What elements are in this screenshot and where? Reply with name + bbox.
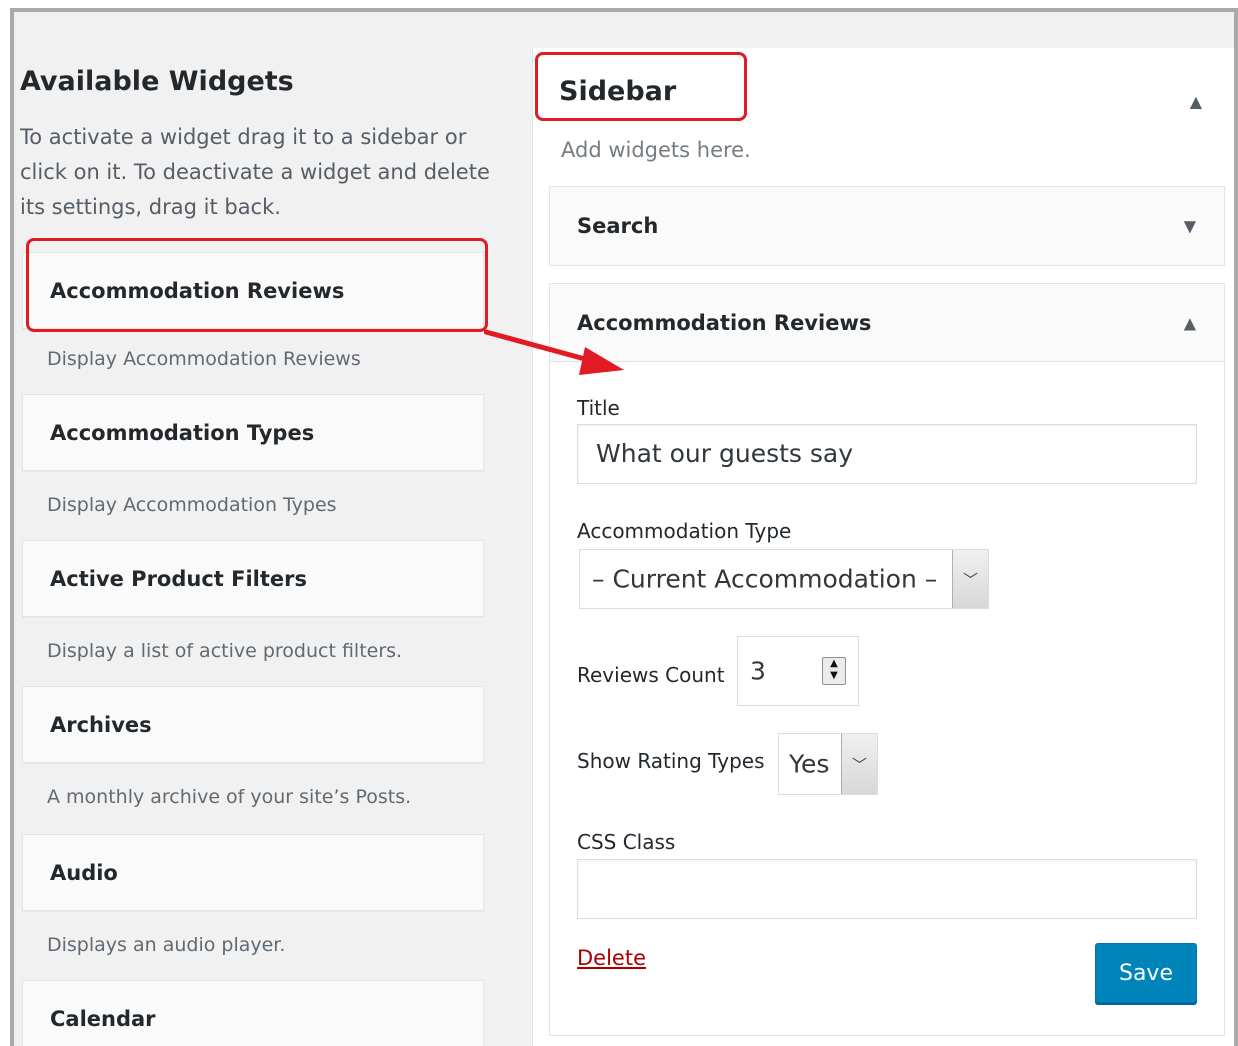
spinner-arrows-icon[interactable]: ▲ ▼ [822, 657, 846, 685]
sidebar-description: Add widgets here. [561, 138, 751, 162]
css-class-label: CSS Class [577, 830, 676, 854]
widget-label: Accommodation Types [50, 420, 315, 445]
triangle-down-icon[interactable]: ▼ [1184, 217, 1196, 236]
sidebar-widget-search[interactable]: Search ▼ [549, 186, 1225, 266]
reviews-count-stepper[interactable]: 3 ▲ ▼ [737, 636, 859, 706]
red-arrow-icon [484, 329, 624, 375]
reviews-count-label: Reviews Count [577, 663, 725, 687]
widget-active-product-filters[interactable]: Active Product Filters [22, 540, 484, 617]
widget-accommodation-types[interactable]: Accommodation Types [22, 394, 484, 471]
widget-label: Audio [50, 860, 118, 885]
available-widgets-heading: Available Widgets [20, 66, 294, 97]
widget-description: A monthly archive of your site’s Posts. [47, 786, 412, 808]
available-widgets-panel: Available Widgets To activate a widget d… [18, 12, 518, 1046]
delete-link[interactable]: Delete [577, 946, 646, 970]
widget-audio[interactable]: Audio [22, 834, 484, 911]
select-value: Yes [789, 749, 830, 779]
widget-archives[interactable]: Archives [22, 686, 484, 763]
widget-header[interactable]: Accommodation Reviews ▲ [550, 284, 1224, 362]
chevron-down-icon[interactable]: ﹀ [952, 550, 988, 608]
widget-description: Display a list of active product filters… [47, 640, 403, 662]
widget-description: Display Accommodation Types [47, 494, 337, 516]
css-class-input[interactable] [577, 859, 1197, 919]
select-value: – Current Accommodation – [592, 564, 938, 594]
accommodation-type-select[interactable]: – Current Accommodation – ﹀ [579, 549, 989, 609]
sidebar-widget-accommodation-reviews: Accommodation Reviews ▲ Title What our g… [549, 283, 1225, 1036]
widget-label: Calendar [50, 1006, 156, 1031]
highlight-box-sidebar-title [535, 52, 747, 121]
available-widgets-description: To activate a widget drag it to a sideba… [20, 125, 490, 219]
chevron-down-icon[interactable]: ﹀ [841, 734, 877, 794]
title-input[interactable]: What our guests say [577, 424, 1197, 484]
show-rating-types-select[interactable]: Yes ﹀ [778, 733, 878, 795]
save-button[interactable]: Save [1095, 943, 1197, 1003]
widget-calendar[interactable]: Calendar [22, 980, 484, 1046]
screenshot-frame: Available Widgets To activate a widget d… [10, 8, 1238, 1046]
widget-description: Display Accommodation Reviews [47, 348, 361, 370]
title-label: Title [577, 396, 620, 420]
widget-label: Search [577, 214, 659, 238]
widget-label: Archives [50, 712, 152, 737]
show-rating-types-label: Show Rating Types [577, 749, 765, 773]
triangle-up-icon[interactable]: ▲ [1184, 313, 1196, 332]
accommodation-type-label: Accommodation Type [577, 519, 792, 543]
widget-label: Active Product Filters [50, 566, 308, 591]
widget-description: Displays an audio player. [47, 934, 286, 956]
highlight-box-available-widget [26, 238, 488, 332]
sidebar-panel: Sidebar ▲ Add widgets here. Search ▼ Acc… [532, 48, 1234, 1046]
stepper-value: 3 [750, 656, 766, 686]
triangle-up-icon[interactable]: ▲ [1190, 92, 1202, 111]
